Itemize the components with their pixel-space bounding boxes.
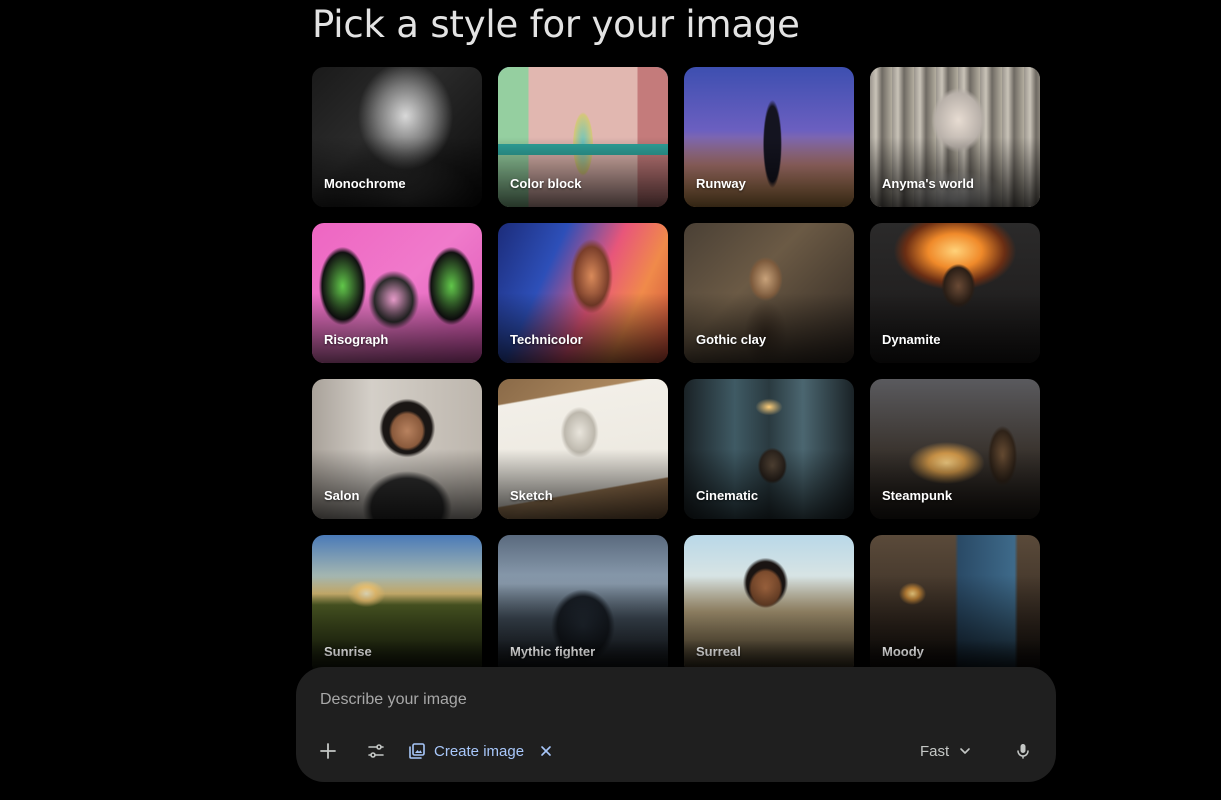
style-label: Anyma's world: [882, 176, 974, 191]
tune-icon: [368, 744, 384, 758]
image-gallery-icon: [409, 743, 425, 759]
create-image-chip[interactable]: Create image: [408, 737, 552, 765]
style-label: Dynamite: [882, 332, 941, 347]
plus-icon: [320, 743, 336, 759]
style-tile-anymas-world[interactable]: Anyma's world: [870, 67, 1040, 207]
microphone-icon: [1017, 744, 1029, 759]
style-label: Monochrome: [324, 176, 406, 191]
style-label: Technicolor: [510, 332, 583, 347]
style-label: Color block: [510, 176, 582, 191]
style-grid: Monochrome Color block Runway Anyma's wo…: [312, 67, 1040, 675]
style-label: Risograph: [324, 332, 389, 347]
style-tile-technicolor[interactable]: Technicolor: [498, 223, 668, 363]
microphone-button[interactable]: [1005, 733, 1041, 769]
style-tile-salon[interactable]: Salon: [312, 379, 482, 519]
close-icon: [541, 746, 551, 756]
style-tile-monochrome[interactable]: Monochrome: [312, 67, 482, 207]
model-label: Fast: [920, 742, 950, 760]
style-tile-runway[interactable]: Runway: [684, 67, 854, 207]
style-tile-risograph[interactable]: Risograph: [312, 223, 482, 363]
style-tile-steampunk[interactable]: Steampunk: [870, 379, 1040, 519]
style-label: Surreal: [696, 644, 741, 659]
chevron-down-icon: [960, 748, 970, 754]
style-tile-moody[interactable]: Moody: [870, 535, 1040, 675]
prompt-composer: Create image Fast: [296, 667, 1056, 782]
style-label: Cinematic: [696, 488, 759, 503]
style-tile-cinematic[interactable]: Cinematic: [684, 379, 854, 519]
style-label: Sunrise: [324, 644, 372, 659]
style-label: Sketch: [510, 488, 553, 503]
page: Pick a style for your image Monochrome C…: [0, 0, 1221, 800]
remove-chip-button[interactable]: [540, 745, 552, 757]
style-label: Runway: [696, 176, 746, 191]
style-label: Steampunk: [882, 488, 953, 503]
style-tile-gothic-clay[interactable]: Gothic clay: [684, 223, 854, 363]
prompt-input[interactable]: [320, 685, 1020, 715]
create-image-label: Create image: [434, 742, 525, 760]
style-label: Salon: [324, 488, 360, 503]
model-selector[interactable]: Fast: [920, 737, 971, 765]
style-label: Mythic fighter: [510, 644, 596, 659]
style-tile-sketch[interactable]: Sketch: [498, 379, 668, 519]
style-label: Gothic clay: [696, 332, 767, 347]
add-button[interactable]: [310, 733, 346, 769]
style-tile-color-block[interactable]: Color block: [498, 67, 668, 207]
style-tile-mythic-fighter[interactable]: Mythic fighter: [498, 535, 668, 675]
style-tile-dynamite[interactable]: Dynamite: [870, 223, 1040, 363]
page-title: Pick a style for your image: [312, 3, 800, 46]
style-label: Moody: [882, 644, 924, 659]
style-tile-surreal[interactable]: Surreal: [684, 535, 854, 675]
tools-button[interactable]: [358, 733, 394, 769]
style-tile-sunrise[interactable]: Sunrise: [312, 535, 482, 675]
